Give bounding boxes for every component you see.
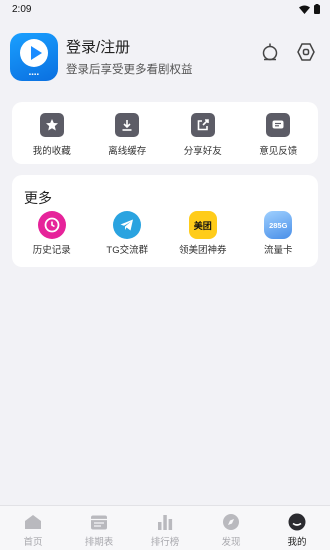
download-icon [115, 113, 140, 137]
settings-icon[interactable] [296, 42, 316, 62]
share-friends-label: 分享好友 [183, 146, 222, 157]
tab-discover-label: 发现 [221, 537, 241, 548]
history-icon [37, 211, 66, 239]
share-friends-button[interactable]: 分享好友 [167, 113, 239, 157]
status-time: 2:09 [12, 3, 32, 15]
compass-icon [223, 514, 239, 530]
more-section-title: 更多 [24, 190, 52, 206]
data-card-badge: 285G [269, 220, 288, 230]
tab-schedule-label: 排期表 [84, 537, 114, 548]
tab-ranking-label: 排行榜 [150, 537, 180, 548]
meituan-badge: 美团 [193, 220, 212, 231]
data-card-icon: 285G [264, 211, 293, 239]
tab-home[interactable]: 首页 [3, 513, 63, 548]
feedback-label: 意见反馈 [259, 146, 298, 157]
data-card-label: 流量卡 [263, 245, 293, 256]
star-icon [39, 113, 64, 137]
home-icon [25, 515, 41, 529]
bottom-tab-bar: 首页 排期表 排行榜 发现 我的 [0, 505, 330, 550]
telegram-icon [113, 211, 142, 239]
status-icons [299, 4, 320, 14]
login-subtitle: 登录后享受更多看剧权益 [66, 63, 193, 76]
more-card: 更多 历史记录 TG交流群 美团 领美团神券 285G 流量卡 [12, 175, 318, 267]
tab-home-label: 首页 [23, 537, 43, 548]
status-bar: 2:09 [0, 0, 330, 18]
tab-mine[interactable]: 我的 [267, 513, 327, 548]
tab-discover[interactable]: 发现 [201, 513, 261, 548]
meituan-icon: 美团 [188, 211, 217, 239]
feedback-icon [266, 113, 291, 137]
battery-icon [314, 4, 320, 14]
favorites-label: 我的收藏 [32, 146, 71, 157]
feedback-button[interactable]: 意见反馈 [242, 113, 314, 157]
meituan-coupon-button[interactable]: 美团 领美团神券 [167, 211, 239, 256]
tab-schedule[interactable]: 排期表 [69, 513, 129, 548]
notification-icon[interactable] [260, 42, 280, 62]
meituan-coupon-label: 领美团神券 [178, 245, 227, 256]
profile-icon [288, 513, 306, 531]
calendar-icon [91, 515, 107, 530]
tab-ranking[interactable]: 排行榜 [135, 513, 195, 548]
history-button[interactable]: 历史记录 [16, 211, 88, 256]
tg-group-button[interactable]: TG交流群 [91, 211, 163, 256]
data-card-button[interactable]: 285G 流量卡 [242, 211, 314, 256]
app-logo-avatar[interactable]: ▪▪▪▪ [10, 33, 58, 81]
logo-text-mark: ▪▪▪▪ [28, 72, 40, 78]
share-icon [190, 113, 215, 137]
tab-mine-label: 我的 [287, 537, 307, 548]
quick-actions-card: 我的收藏 离线缓存 分享好友 意见反馈 [12, 102, 318, 164]
ranking-icon [158, 515, 173, 530]
offline-cache-button[interactable]: 离线缓存 [91, 113, 163, 157]
favorites-button[interactable]: 我的收藏 [16, 113, 88, 157]
wifi-icon [299, 5, 310, 14]
history-label: 历史记录 [32, 245, 71, 256]
tg-group-label: TG交流群 [106, 245, 149, 256]
top-right-icons [260, 42, 316, 62]
offline-cache-label: 离线缓存 [108, 146, 147, 157]
